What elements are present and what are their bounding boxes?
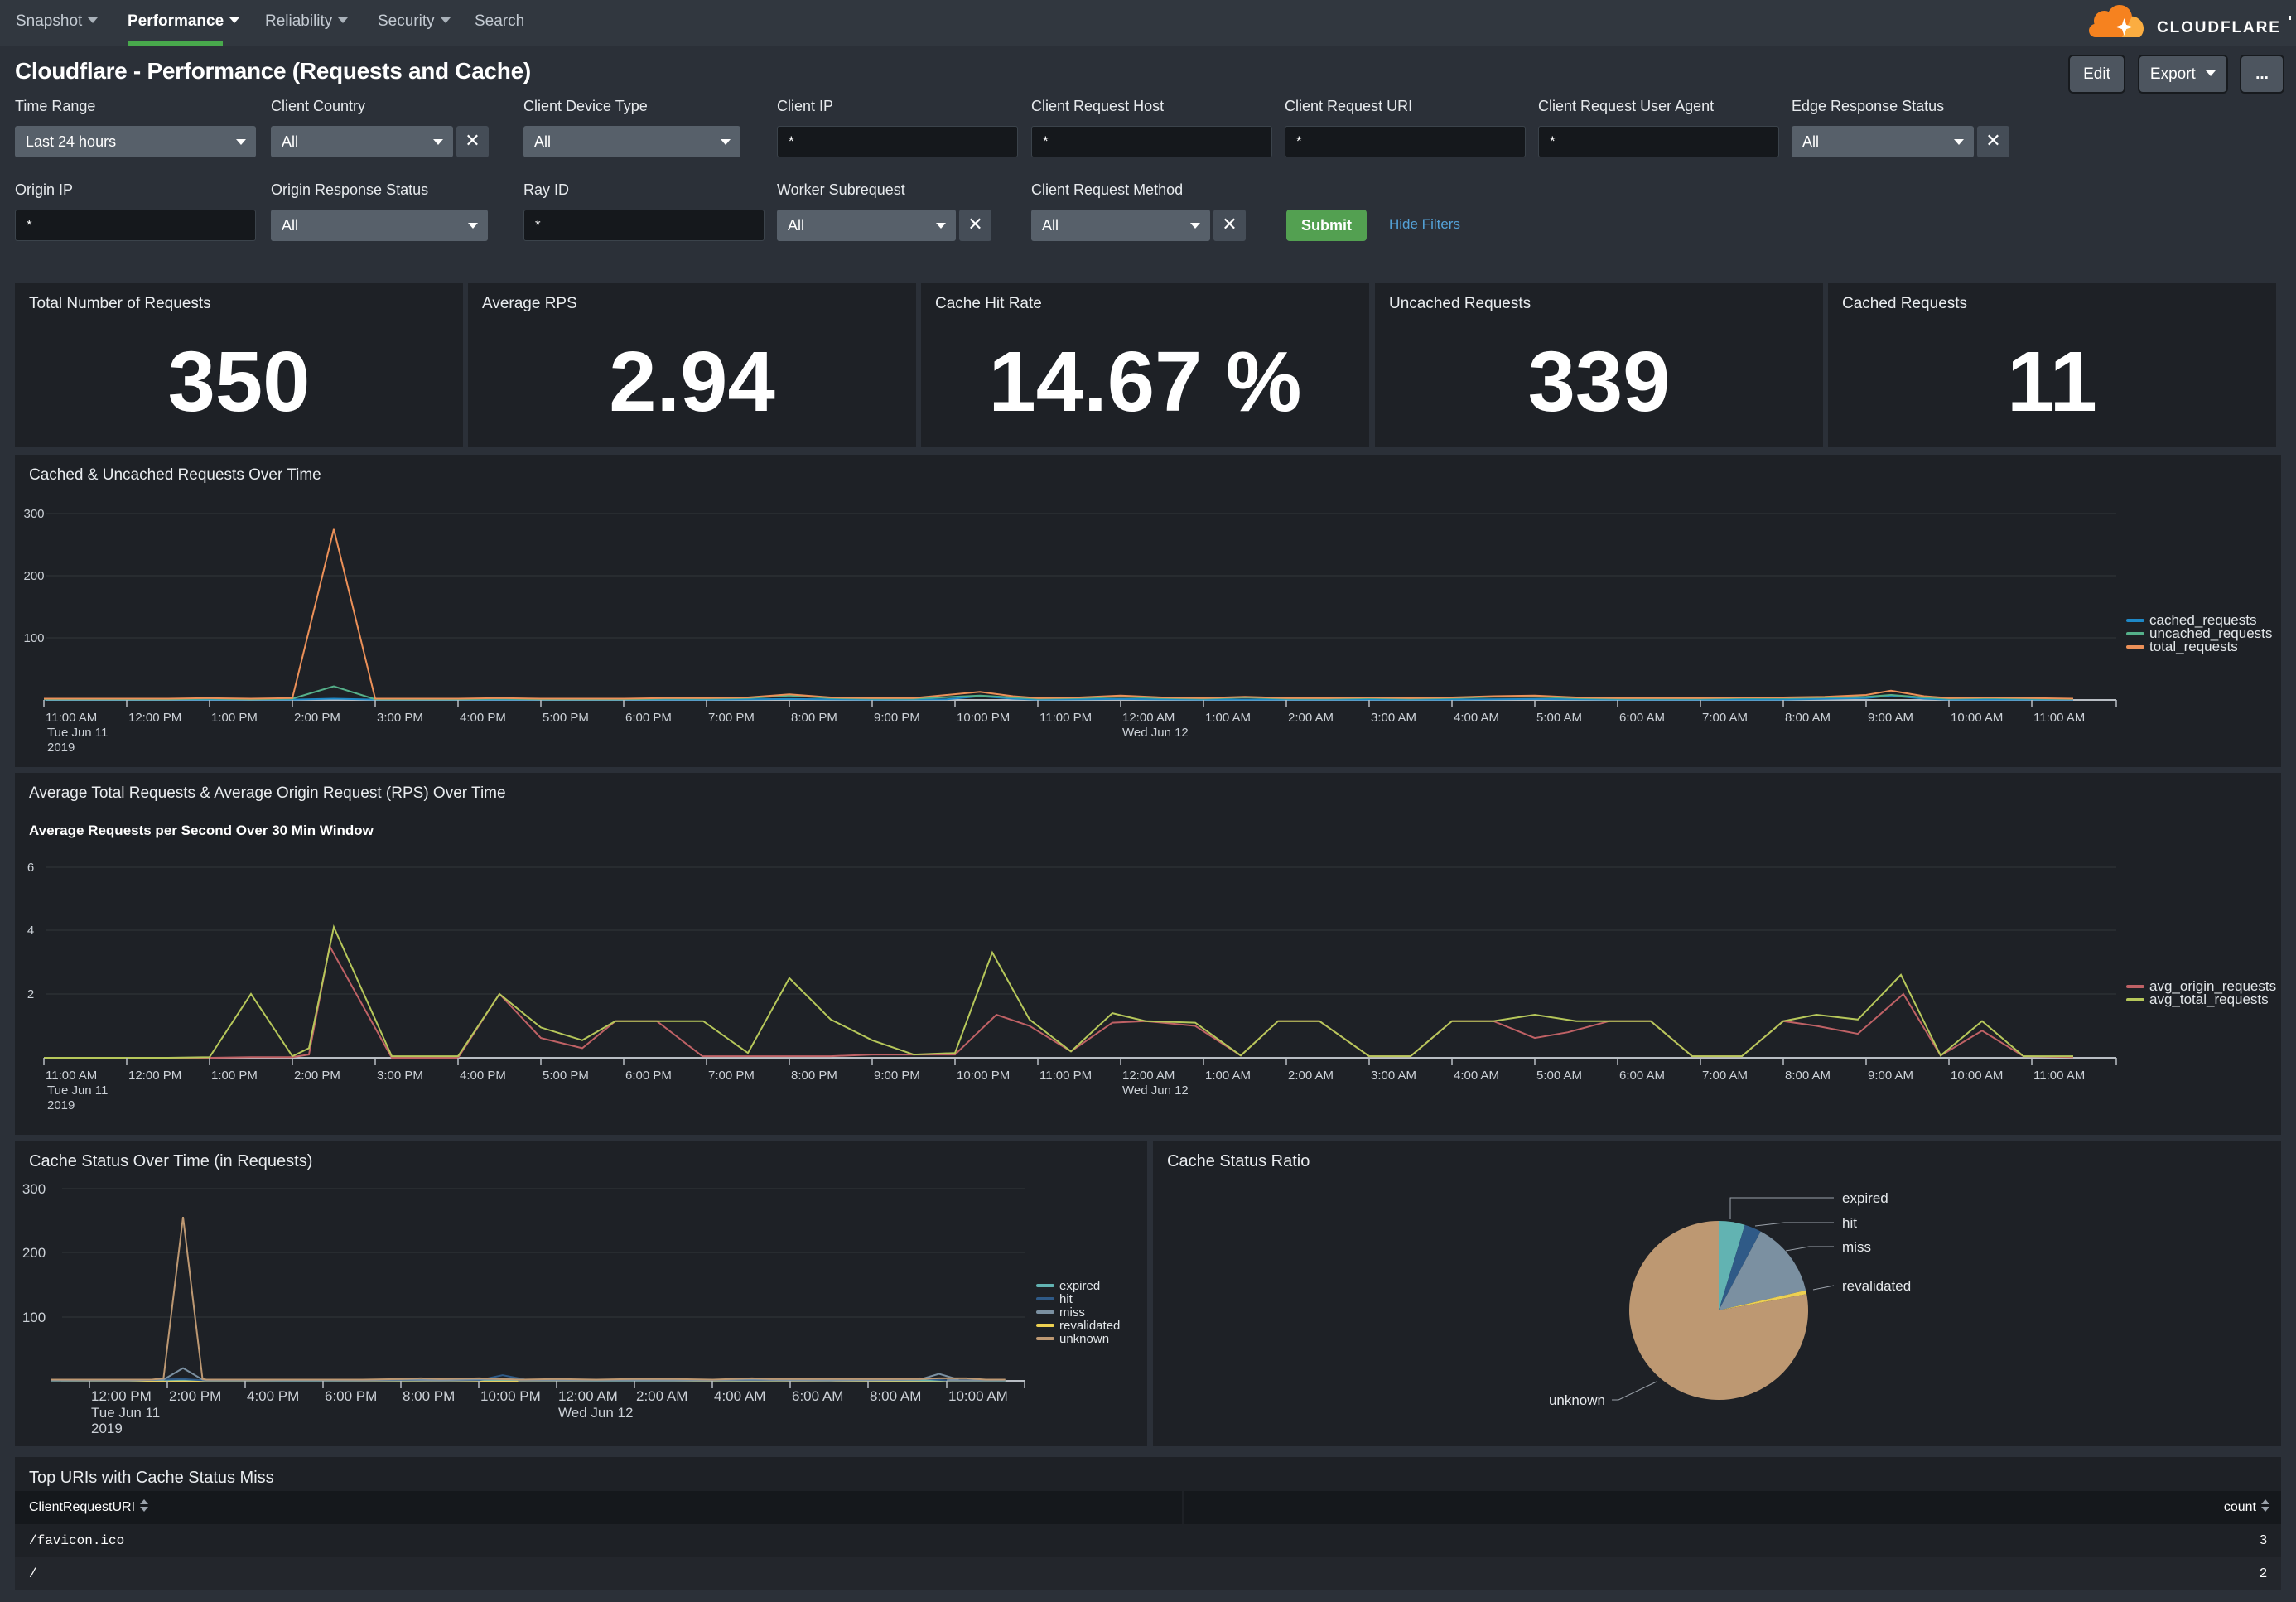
svg-text:3:00 AM: 3:00 AM — [1371, 1069, 1416, 1083]
svg-text:10:00 AM: 10:00 AM — [948, 1388, 1008, 1404]
svg-text:3:00 AM: 3:00 AM — [1371, 711, 1416, 725]
svg-text:6:00 PM: 6:00 PM — [625, 1069, 672, 1083]
svg-text:6:00 AM: 6:00 AM — [1619, 711, 1665, 725]
svg-text:CLOUDFLARE: CLOUDFLARE — [2157, 19, 2281, 36]
svg-text:100: 100 — [23, 631, 44, 645]
svg-text:4: 4 — [27, 924, 34, 938]
svg-text:10:00 PM: 10:00 PM — [480, 1388, 541, 1404]
svg-text:unknown: unknown — [1549, 1392, 1605, 1408]
svg-text:12:00 AM: 12:00 AM — [558, 1388, 618, 1404]
svg-text:200: 200 — [22, 1245, 46, 1261]
svg-text:2:00 PM: 2:00 PM — [294, 1069, 340, 1083]
svg-text:8:00 AM: 8:00 AM — [1785, 1069, 1831, 1083]
svg-text:7:00 AM: 7:00 AM — [1702, 1069, 1748, 1083]
svg-text:9:00 PM: 9:00 PM — [874, 711, 920, 725]
svg-text:100: 100 — [22, 1310, 46, 1325]
svg-text:12:00 AM: 12:00 AM — [1122, 711, 1175, 725]
svg-text:2:00 AM: 2:00 AM — [636, 1388, 687, 1404]
svg-text:9:00 AM: 9:00 AM — [1868, 711, 1913, 725]
svg-text:4:00 AM: 4:00 AM — [1454, 711, 1499, 725]
svg-text:8:00 PM: 8:00 PM — [791, 711, 837, 725]
svg-text:11:00 AM: 11:00 AM — [46, 711, 97, 725]
svg-text:12:00 AM: 12:00 AM — [1122, 1069, 1175, 1083]
svg-text:3:00 PM: 3:00 PM — [377, 1069, 423, 1083]
svg-text:4:00 PM: 4:00 PM — [460, 1069, 506, 1083]
svg-text:8:00 PM: 8:00 PM — [791, 1069, 837, 1083]
svg-text:Wed Jun 12: Wed Jun 12 — [1122, 1083, 1189, 1098]
svg-text:5:00 AM: 5:00 AM — [1536, 1069, 1582, 1083]
svg-text:12:00 PM: 12:00 PM — [91, 1388, 152, 1404]
svg-text:11:00 AM: 11:00 AM — [2033, 711, 2085, 725]
svg-text:10:00 AM: 10:00 AM — [1951, 711, 2003, 725]
svg-text:2: 2 — [27, 987, 34, 1001]
svg-text:8:00 AM: 8:00 AM — [1785, 711, 1831, 725]
svg-text:5:00 PM: 5:00 PM — [543, 1069, 589, 1083]
svg-text:6:00 PM: 6:00 PM — [325, 1388, 377, 1404]
svg-text:3:00 PM: 3:00 PM — [377, 711, 423, 725]
svg-text:12:00 PM: 12:00 PM — [128, 711, 181, 725]
svg-text:12:00 PM: 12:00 PM — [128, 1069, 181, 1083]
svg-text:1:00 PM: 1:00 PM — [211, 711, 258, 725]
svg-text:miss: miss — [1842, 1239, 1871, 1255]
svg-text:2019: 2019 — [91, 1421, 123, 1436]
svg-text:6:00 AM: 6:00 AM — [1619, 1069, 1665, 1083]
svg-text:Wed Jun 12: Wed Jun 12 — [558, 1405, 633, 1421]
svg-text:11:00 AM: 11:00 AM — [46, 1069, 97, 1083]
svg-text:1:00 AM: 1:00 AM — [1205, 711, 1251, 725]
svg-text:Tue Jun 11: Tue Jun 11 — [47, 1083, 108, 1098]
svg-text:8:00 PM: 8:00 PM — [403, 1388, 455, 1404]
svg-text:4:00 AM: 4:00 AM — [714, 1388, 765, 1404]
svg-text:hit: hit — [1842, 1215, 1857, 1231]
svg-text:11:00 AM: 11:00 AM — [2033, 1069, 2085, 1083]
svg-text:4:00 PM: 4:00 PM — [247, 1388, 299, 1404]
svg-text:6:00 PM: 6:00 PM — [625, 711, 672, 725]
svg-text:5:00 AM: 5:00 AM — [1536, 711, 1582, 725]
svg-text:11:00 PM: 11:00 PM — [1039, 1069, 1092, 1083]
svg-text:6:00 AM: 6:00 AM — [792, 1388, 843, 1404]
svg-text:10:00 AM: 10:00 AM — [1951, 1069, 2003, 1083]
svg-text:revalidated: revalidated — [1842, 1278, 1911, 1294]
svg-text:2:00 PM: 2:00 PM — [169, 1388, 221, 1404]
svg-text:Tue Jun 11: Tue Jun 11 — [47, 726, 108, 740]
svg-text:10:00 PM: 10:00 PM — [957, 711, 1010, 725]
svg-text:7:00 PM: 7:00 PM — [708, 711, 755, 725]
svg-text:6: 6 — [27, 861, 34, 875]
svg-text:Tue Jun 11: Tue Jun 11 — [91, 1405, 160, 1421]
svg-text:2:00 PM: 2:00 PM — [294, 711, 340, 725]
svg-text:10:00 PM: 10:00 PM — [957, 1069, 1010, 1083]
svg-text:9:00 AM: 9:00 AM — [1868, 1069, 1913, 1083]
svg-text:4:00 AM: 4:00 AM — [1454, 1069, 1499, 1083]
svg-text:2:00 AM: 2:00 AM — [1288, 711, 1334, 725]
svg-text:300: 300 — [22, 1181, 46, 1197]
svg-text:4:00 PM: 4:00 PM — [460, 711, 506, 725]
svg-text:2019: 2019 — [47, 741, 75, 755]
svg-text:expired: expired — [1842, 1190, 1888, 1206]
svg-text:5:00 PM: 5:00 PM — [543, 711, 589, 725]
svg-text:7:00 AM: 7:00 AM — [1702, 711, 1748, 725]
svg-text:2:00 AM: 2:00 AM — [1288, 1069, 1334, 1083]
svg-text:1:00 AM: 1:00 AM — [1205, 1069, 1251, 1083]
svg-text:11:00 PM: 11:00 PM — [1039, 711, 1092, 725]
svg-text:300: 300 — [23, 507, 44, 521]
svg-text:Wed Jun 12: Wed Jun 12 — [1122, 726, 1189, 740]
svg-text:9:00 PM: 9:00 PM — [874, 1069, 920, 1083]
svg-text:2019: 2019 — [47, 1098, 75, 1112]
svg-text:7:00 PM: 7:00 PM — [708, 1069, 755, 1083]
svg-text:200: 200 — [23, 569, 44, 583]
svg-text:1:00 PM: 1:00 PM — [211, 1069, 258, 1083]
svg-text:8:00 AM: 8:00 AM — [870, 1388, 921, 1404]
